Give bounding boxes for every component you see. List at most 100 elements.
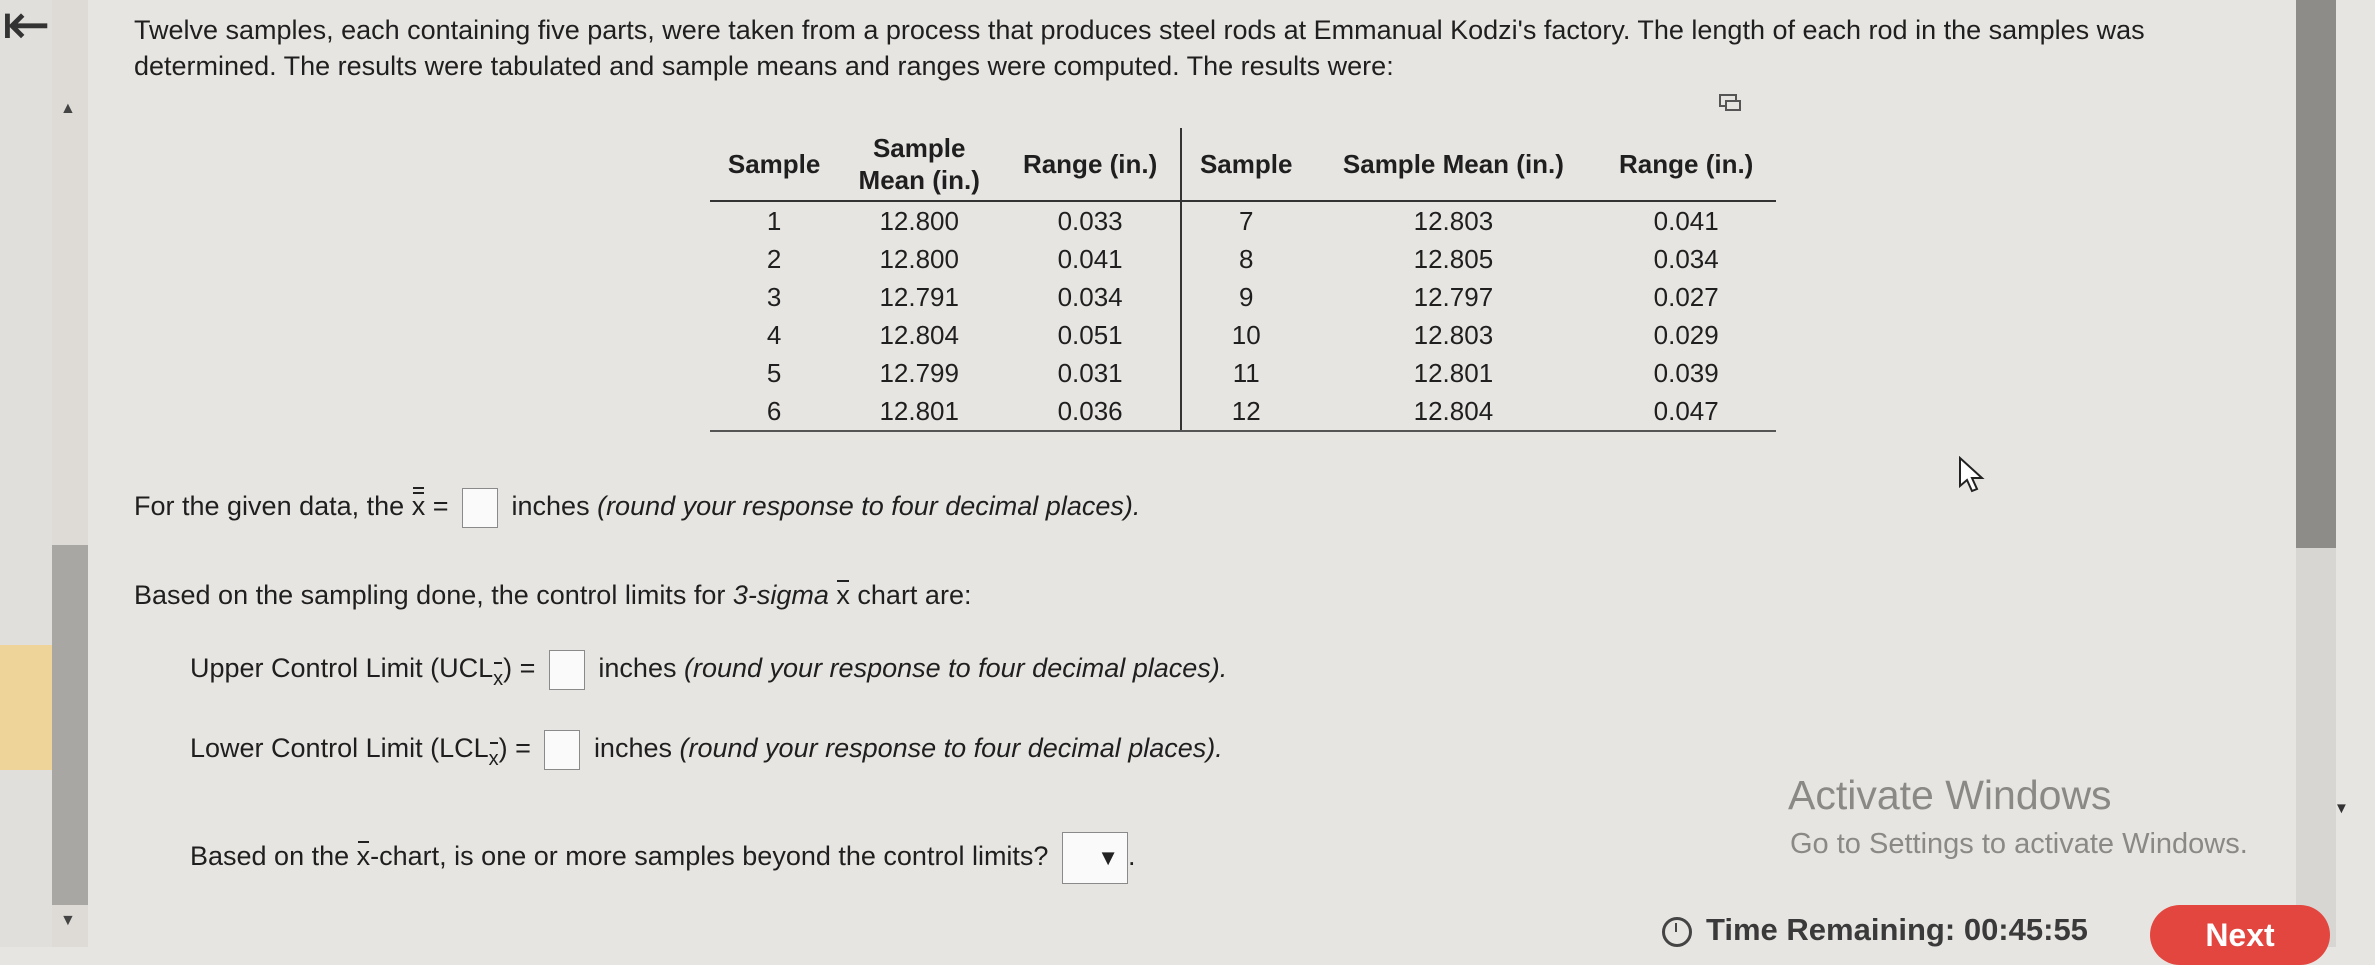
lcl-subscript: x [489,742,499,776]
xbar-symbol: x [836,580,850,610]
clock-icon [1662,916,1692,947]
lcl-unit: inches [593,733,672,764]
cell: 3 [766,281,782,312]
xbarbar-rounding-note: (round your response to four decimal pla… [597,491,1141,522]
col-header: Range (in.) [1596,128,1776,202]
cell: 0.033 [1000,201,1182,240]
activate-windows-title: Activate Windows [1788,772,2112,818]
cell: 11 [1232,357,1260,388]
cell: 0.047 [1596,392,1776,432]
table-row: 3 12.791 0.034 9 12.797 0.027 [710,278,1776,316]
data-table: Sample Sample Mean (in.) Range (in.) Sam… [710,128,1776,432]
limits-intro-text: Based on the sampling done, the control … [134,580,726,610]
col-header: Sample Mean (in.) [838,128,1001,202]
timer-label: Time Remaining: [1706,912,1956,947]
ucl-label: Upper Control Limit (UCL [190,653,494,684]
col-header: Sample [710,128,839,202]
left-gutter [0,0,52,947]
cell: 0.031 [1000,354,1182,392]
cell: 12.804 [1310,392,1597,432]
next-button[interactable]: Next [2150,905,2330,965]
col-header: Range (in.) [1000,128,1182,202]
cell: 12.801 [1413,357,1494,388]
cell: 10 [1231,319,1261,350]
cell: 12.801 [838,392,1001,432]
cell: 12.800 [879,243,959,274]
left-scrollbar-thumb[interactable] [52,545,88,905]
cell: 0.034 [1000,278,1182,316]
xbarbar-unit: inches [511,491,590,522]
beyond-limits-question: Based on the x-chart, is one or more sam… [190,832,1135,884]
cell: 7 [1238,205,1254,236]
ucl-unit: inches [598,653,677,684]
beyond-text-b: -chart, is one or more samples beyond th… [370,841,1049,872]
table-row: 5 12.799 0.031 11 12.801 0.039 [710,354,1776,392]
timer-value: 00:45:55 [1963,912,2088,947]
scroll-down-icon[interactable]: ▼ [60,912,76,930]
activate-windows-subtitle: Go to Settings to activate Windows. [1790,828,2248,860]
ucl-close-paren: ) [503,653,513,684]
lcl-close-paren: ) [498,733,508,764]
equals-sign: = [515,733,531,764]
cell: 12.797 [1413,281,1494,312]
cell: 9 [1238,281,1254,312]
lcl-rounding-note: (round your response to four decimal pla… [679,733,1223,764]
table-header-row: Sample Sample Mean (in.) Range (in.) Sam… [710,128,1776,202]
cell: 4 [766,319,782,350]
cell: 0.036 [1000,392,1182,432]
limits-intro-end: chart are: [857,580,972,610]
col-header: Sample [1181,128,1311,202]
cell: 0.039 [1653,357,1719,388]
lcl-answer-input[interactable] [544,730,581,770]
ucl-answer-input[interactable] [548,650,585,690]
equals-sign: = [519,653,536,684]
ucl-question: Upper Control Limit (UCLx) = inches (rou… [190,650,1227,696]
right-scroll-down-icon[interactable]: ▼ [2334,800,2349,817]
cell: 0.034 [1653,243,1719,274]
col-header: Sample Mean (in.) [1310,128,1597,202]
beyond-text-a: Based on the [190,841,350,872]
lcl-label: Lower Control Limit (LCL [190,733,489,764]
equals-sign: = [432,491,449,522]
left-highlight-strip [0,645,52,770]
expand-table-icon[interactable] [1718,92,1742,112]
ucl-subscript: x [493,662,503,696]
beyond-xbar-symbol: x [356,841,371,872]
table-row: 6 12.801 0.036 12 12.804 0.047 [710,392,1776,432]
table-row: 1 12.800 0.033 7 12.803 0.041 [710,201,1776,240]
right-scrollbar-thumb[interactable] [2296,0,2336,548]
beyond-limits-dropdown[interactable]: ▼ [1061,832,1128,884]
cell: 12.803 [1413,319,1494,350]
cell: 0.051 [1000,316,1182,354]
cell: 0.041 [1653,205,1719,236]
beyond-period: . [1127,841,1136,872]
cell: 6 [710,392,839,432]
ucl-rounding-note: (round your response to four decimal pla… [683,653,1228,684]
cell: 12.799 [879,357,959,388]
cell: 0.041 [1000,240,1182,278]
cell: 12.803 [1413,205,1494,236]
cell: 5 [766,357,782,388]
question-intro: Twelve samples, each containing five par… [134,15,2145,81]
time-remaining: Time Remaining: 00:45:55 [1662,912,2088,948]
scroll-up-icon[interactable]: ▲ [60,100,76,118]
cell: 0.029 [1653,319,1719,350]
cell: 12 [1181,392,1311,432]
cell: 8 [1238,243,1254,274]
xbarbar-answer-input[interactable] [462,488,498,528]
cell: 1 [766,205,782,236]
xbarbar-symbol: x [411,487,426,522]
cell: 12.804 [879,319,959,350]
chevron-down-icon: ▼ [1097,845,1119,870]
cell: 0.027 [1653,281,1719,312]
cell: 12.791 [879,281,959,312]
xbarbar-question: For the given data, the x = inches (roun… [134,487,1141,528]
limits-intro-sigma: 3-sigma [732,580,829,610]
table-row: 4 12.804 0.051 10 12.803 0.029 [710,316,1776,354]
cell: 12.805 [1413,243,1494,274]
lcl-question: Lower Control Limit (LCLx) = inches (rou… [190,730,1223,776]
limits-intro: Based on the sampling done, the control … [134,578,971,612]
mouse-cursor-icon [1959,456,1985,493]
table-row: 2 12.800 0.041 8 12.805 0.034 [710,240,1776,278]
back-icon[interactable]: ⇤ [2,0,51,54]
